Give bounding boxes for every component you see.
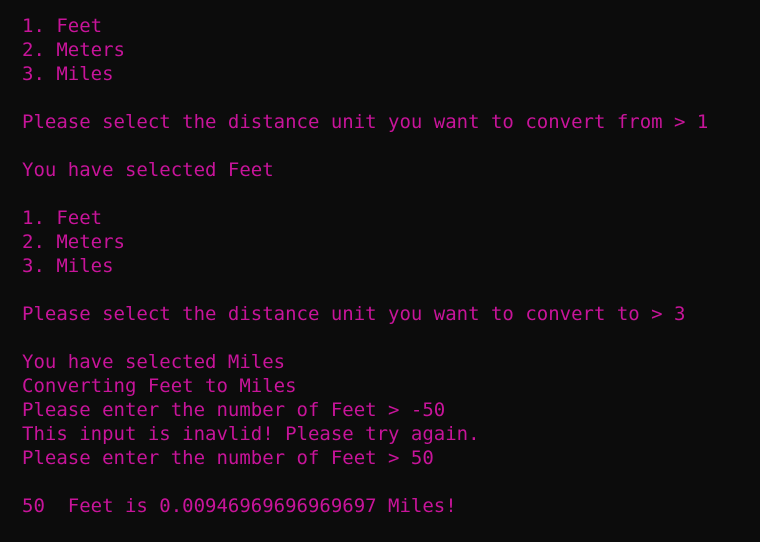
menu-to-item-feet: 1. Feet	[22, 207, 103, 229]
selected-to-message: You have selected Miles	[22, 351, 286, 373]
menu-from-item-miles: 3. Miles	[22, 63, 114, 85]
prompt-from-unit: Please select the distance unit you want…	[22, 111, 709, 133]
menu-to-item-miles: 3. Miles	[22, 255, 114, 277]
converting-message: Converting Feet to Miles	[22, 375, 297, 397]
menu-from-item-meters: 2. Meters	[22, 39, 125, 61]
invalid-input-message: This input is inavlid! Please try again.	[22, 423, 480, 445]
terminal-window[interactable]: 1. Feet 2. Meters 3. Miles Please select…	[0, 0, 760, 542]
menu-from-item-feet: 1. Feet	[22, 15, 103, 37]
menu-to-item-meters: 2. Meters	[22, 231, 125, 253]
enter-number-prompt-1: Please enter the number of Feet > -50	[22, 399, 446, 421]
conversion-result: 50 Feet is 0.00946969696969697 Miles!	[22, 495, 457, 517]
selected-from-message: You have selected Feet	[22, 159, 274, 181]
prompt-to-unit: Please select the distance unit you want…	[22, 303, 686, 325]
enter-number-prompt-2: Please enter the number of Feet > 50	[22, 447, 434, 469]
